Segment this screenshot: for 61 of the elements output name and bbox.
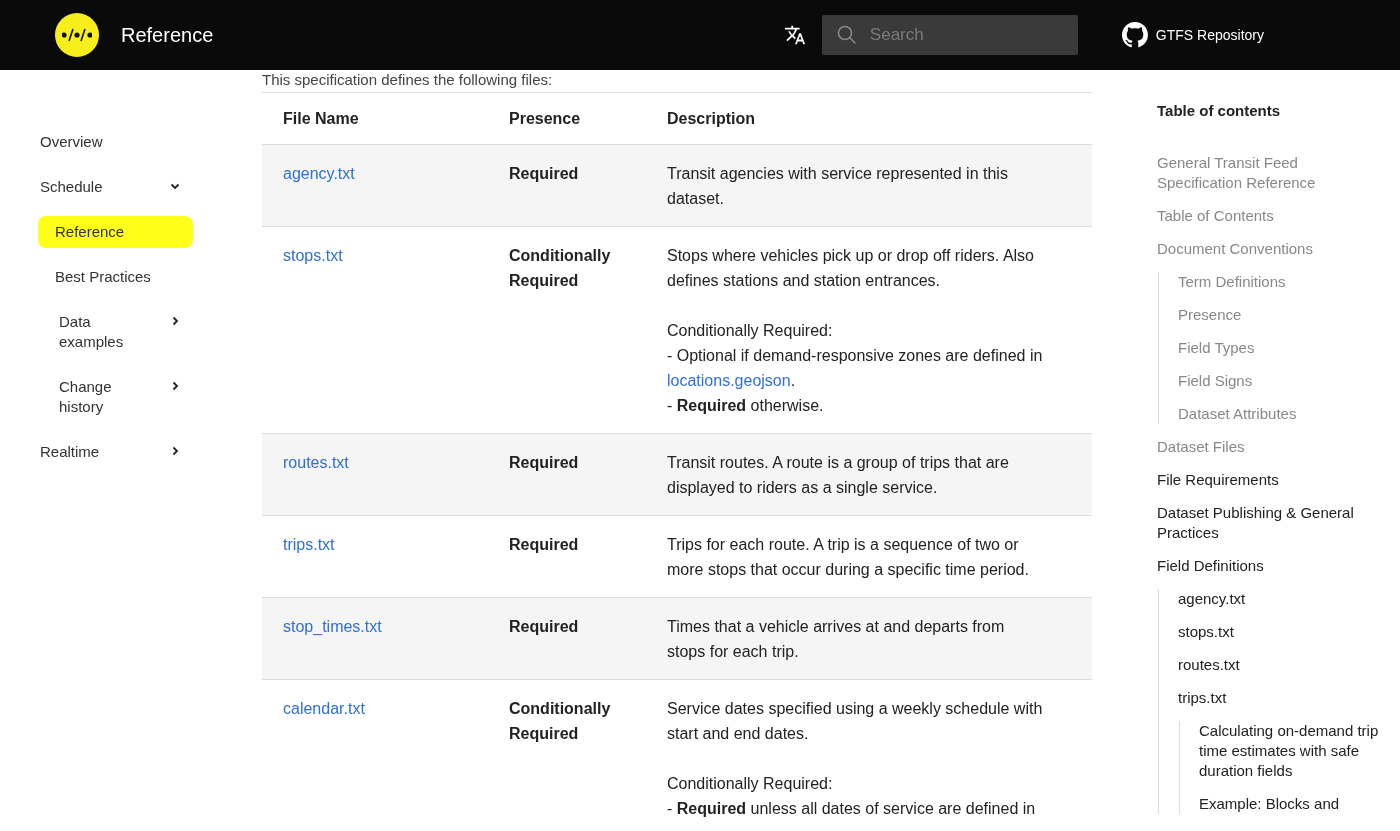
file-link[interactable]: stop_times.txt xyxy=(283,618,382,635)
description-text: Times that a vehicle arrives at and departs from stops for each trip. xyxy=(667,617,1006,662)
toc-link[interactable]: stops.txt xyxy=(1178,621,1380,642)
toc-link[interactable]: Dataset Attributes xyxy=(1178,403,1380,424)
toc-link[interactable]: File Requirements xyxy=(1157,469,1380,490)
nav-item[interactable]: Schedule xyxy=(38,171,193,203)
search-icon xyxy=(836,25,857,45)
nav-item[interactable]: Change history xyxy=(38,371,193,423)
nav-item[interactable]: Best Practices xyxy=(38,261,193,293)
presence-cell: Conditionally Required xyxy=(488,679,646,831)
nav-item[interactable]: Reference xyxy=(38,216,193,248)
description-text: Transit routes. A route is a group of trips that are displayed to riders as a single service. xyxy=(667,453,1010,498)
description-text: Conditionally Required: xyxy=(667,774,834,794)
description-text: - Required otherwise. xyxy=(667,396,825,416)
presence-cell: Required xyxy=(488,433,646,516)
file-link[interactable]: locations.geojson xyxy=(667,372,791,389)
toc-link[interactable]: Field Signs xyxy=(1178,370,1380,391)
file-link[interactable]: trips.txt xyxy=(283,536,335,553)
toc-link[interactable]: routes.txt xyxy=(1178,654,1380,675)
description-text: Stops where vehicles pick up or drop off riders. Also defines stations and station entrances. xyxy=(667,246,1035,291)
repository-link[interactable]: GTFS Repository xyxy=(1121,22,1264,48)
toc-link[interactable]: Field Types xyxy=(1178,337,1380,358)
column-header: Presence xyxy=(488,92,646,145)
site-title: Reference xyxy=(121,23,214,48)
toc-link[interactable]: trips.txt xyxy=(1178,687,1380,708)
description-text: Trips for each route. A trip is a sequence of two or more stops that occur during a specific time period. xyxy=(667,535,1030,580)
search-field[interactable]: Search xyxy=(821,15,1078,55)
column-header: File Name xyxy=(262,92,488,145)
translate-icon[interactable] xyxy=(783,24,806,46)
description-text: Service dates specified using a weekly schedule with start and end dates. xyxy=(667,699,1044,744)
file-link[interactable]: routes.txt xyxy=(283,454,349,471)
file-link[interactable]: agency.txt xyxy=(283,165,355,182)
presence-cell: Required xyxy=(488,144,646,227)
nav-item[interactable]: Data examples xyxy=(38,306,193,358)
description-text: Conditionally Required: xyxy=(667,321,834,341)
toc-link[interactable]: Field Definitions xyxy=(1157,555,1380,576)
toc-link[interactable]: Presence xyxy=(1178,304,1380,325)
toc-link[interactable]: Table of Contents xyxy=(1157,205,1380,226)
nav-item[interactable]: Overview xyxy=(38,126,193,158)
presence-cell: Conditionally Required xyxy=(488,226,646,434)
file-link[interactable]: stops.txt xyxy=(283,247,343,264)
column-header: Description xyxy=(646,92,1092,145)
toc-link[interactable]: Term Definitions xyxy=(1178,271,1380,292)
description-text: - Required unless all dates of service are defined in xyxy=(667,799,1037,819)
toc-link[interactable]: Calculating on-demand trip time estimates with safe duration fields xyxy=(1199,720,1380,781)
presence-cell: Required xyxy=(488,515,646,598)
nav-item[interactable]: Realtime xyxy=(38,436,193,468)
description-text: - Optional if demand-responsive zones are defined in locations.geojson. xyxy=(667,346,1044,391)
logo-icon[interactable] xyxy=(55,13,99,57)
intro-text: This specification defines the following files: xyxy=(262,70,554,90)
toc-link[interactable]: Dataset Files xyxy=(1157,436,1380,457)
toc-link[interactable]: Example: Blocks and xyxy=(1199,793,1380,814)
github-icon xyxy=(1121,22,1148,48)
toc-link[interactable]: Dataset Publishing & General Practices xyxy=(1157,502,1380,543)
description-text: Transit agencies with service represented in this dataset. xyxy=(667,164,1009,209)
toc-title: Table of contents xyxy=(1157,101,1282,121)
toc-link[interactable]: agency.txt xyxy=(1178,588,1380,609)
file-link[interactable]: calendar.txt xyxy=(283,700,365,717)
toc-link[interactable]: Document Conventions xyxy=(1157,238,1380,259)
presence-cell: Required xyxy=(488,597,646,680)
toc-link[interactable]: General Transit Feed Specification Reference xyxy=(1157,152,1380,193)
